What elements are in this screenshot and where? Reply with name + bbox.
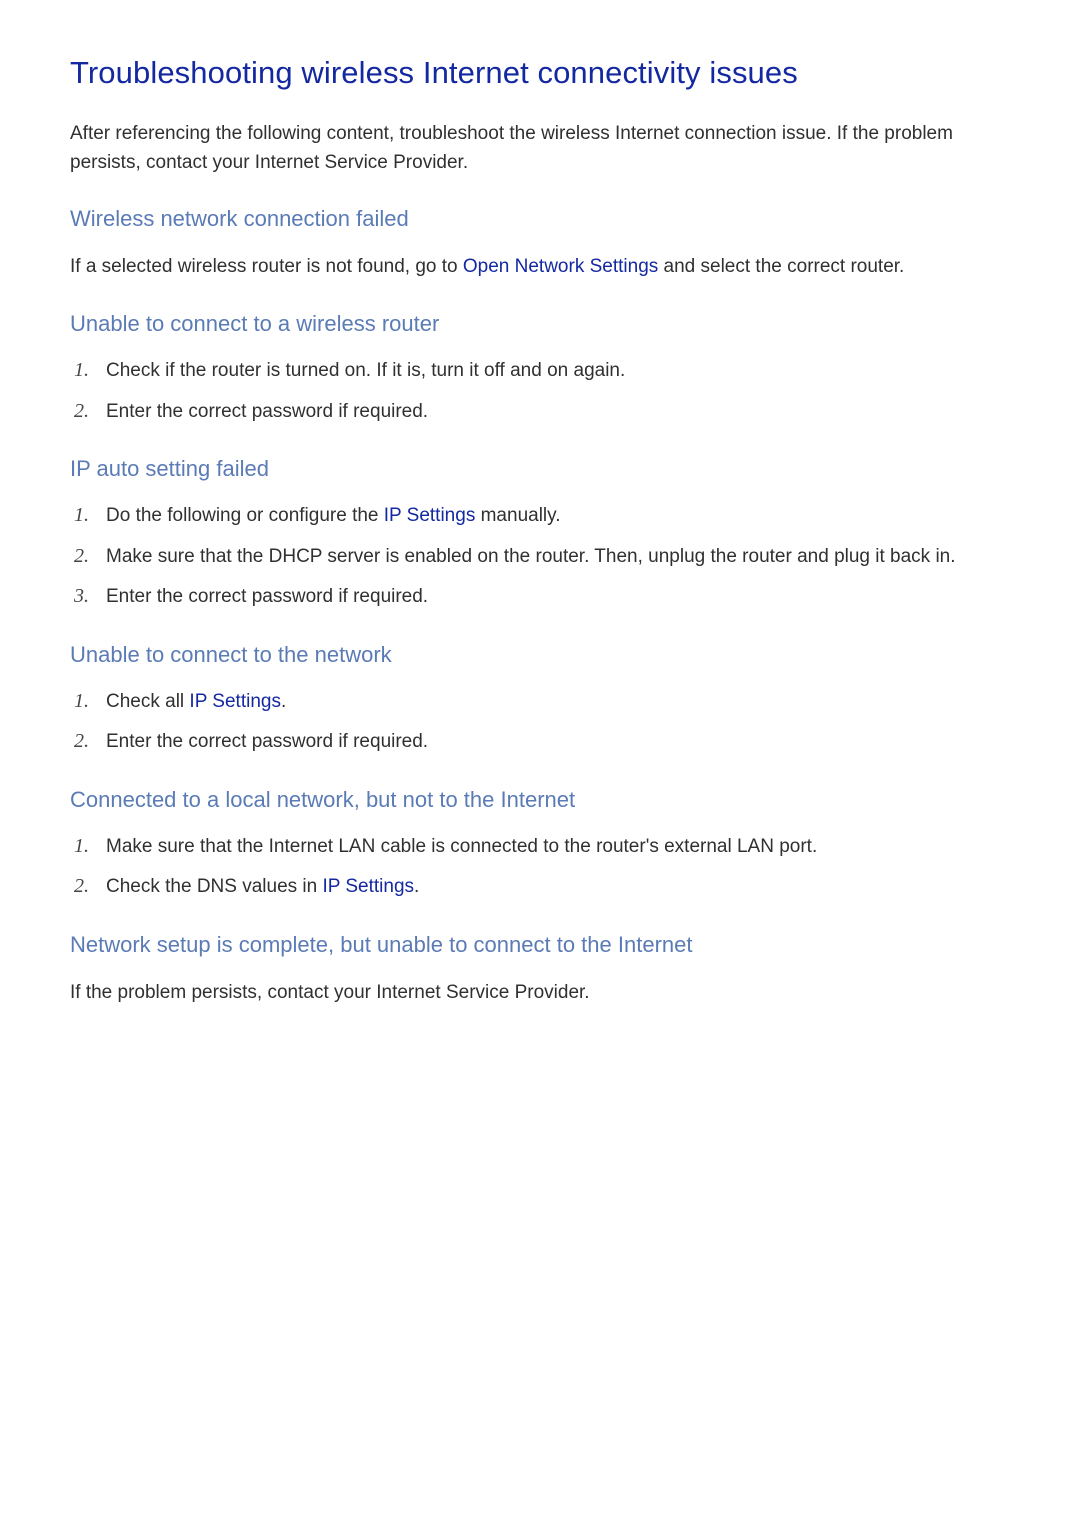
list-marker: 2.	[70, 875, 106, 898]
list-item: 1. Make sure that the Internet LAN cable…	[70, 833, 1010, 862]
list-text: Enter the correct password if required.	[106, 728, 1010, 757]
heading-ip-auto-failed: IP auto setting failed	[70, 456, 1010, 482]
list-text: Enter the correct password if required.	[106, 398, 1010, 427]
list-item: 1. Check all IP Settings.	[70, 688, 1010, 717]
text-run: Check all	[106, 691, 189, 712]
section-ip-auto-failed: IP auto setting failed 1. Do the followi…	[70, 456, 1010, 612]
list-marker: 3.	[70, 585, 106, 608]
text-run: Check the DNS values in	[106, 876, 323, 897]
list-item: 2. Check the DNS values in IP Settings.	[70, 873, 1010, 902]
list-item: 1. Check if the router is turned on. If …	[70, 357, 1010, 386]
list-marker: 2.	[70, 400, 106, 423]
text-run: Do the following or configure the	[106, 505, 384, 526]
list-marker: 2.	[70, 545, 106, 568]
text-run: If a selected wireless router is not fou…	[70, 256, 463, 277]
heading-unable-connect-network: Unable to connect to the network	[70, 642, 1010, 668]
list-ip-auto-failed: 1. Do the following or configure the IP …	[70, 502, 1010, 612]
heading-wireless-connection-failed: Wireless network connection failed	[70, 206, 1010, 232]
list-text: Enter the correct password if required.	[106, 583, 1010, 612]
link-ip-settings[interactable]: IP Settings	[384, 505, 476, 526]
list-text: Do the following or configure the IP Set…	[106, 502, 1010, 531]
heading-unable-connect-router: Unable to connect to a wireless router	[70, 311, 1010, 337]
list-text: Make sure that the DHCP server is enable…	[106, 543, 1010, 572]
heading-setup-complete-no-internet: Network setup is complete, but unable to…	[70, 932, 1010, 958]
link-ip-settings[interactable]: IP Settings	[189, 691, 281, 712]
text-run: .	[414, 876, 419, 897]
section-local-not-internet: Connected to a local network, but not to…	[70, 787, 1010, 902]
list-text: Check the DNS values in IP Settings.	[106, 873, 1010, 902]
list-marker: 1.	[70, 504, 106, 527]
paragraph-contact-isp: If the problem persists, contact your In…	[70, 978, 1010, 1007]
section-unable-connect-router: Unable to connect to a wireless router 1…	[70, 311, 1010, 426]
section-setup-complete-no-internet: Network setup is complete, but unable to…	[70, 932, 1010, 1007]
link-ip-settings[interactable]: IP Settings	[323, 876, 415, 897]
text-run: manually.	[475, 505, 560, 526]
paragraph-open-network-settings: If a selected wireless router is not fou…	[70, 252, 1010, 281]
link-open-network-settings[interactable]: Open Network Settings	[463, 256, 658, 277]
list-item: 1. Do the following or configure the IP …	[70, 502, 1010, 531]
list-text: Make sure that the Internet LAN cable is…	[106, 833, 1010, 862]
list-item: 2. Make sure that the DHCP server is ena…	[70, 543, 1010, 572]
list-text: Check all IP Settings.	[106, 688, 1010, 717]
heading-local-not-internet: Connected to a local network, but not to…	[70, 787, 1010, 813]
list-marker: 1.	[70, 359, 106, 382]
list-marker: 1.	[70, 690, 106, 713]
list-item: 2. Enter the correct password if require…	[70, 398, 1010, 427]
text-run: .	[281, 691, 286, 712]
list-unable-connect-router: 1. Check if the router is turned on. If …	[70, 357, 1010, 426]
list-local-not-internet: 1. Make sure that the Internet LAN cable…	[70, 833, 1010, 902]
list-item: 3. Enter the correct password if require…	[70, 583, 1010, 612]
page-title: Troubleshooting wireless Internet connec…	[70, 55, 1010, 91]
text-run: and select the correct router.	[658, 256, 904, 277]
intro-paragraph: After referencing the following content,…	[70, 119, 1010, 178]
section-unable-connect-network: Unable to connect to the network 1. Chec…	[70, 642, 1010, 757]
list-text: Check if the router is turned on. If it …	[106, 357, 1010, 386]
list-marker: 1.	[70, 835, 106, 858]
list-unable-connect-network: 1. Check all IP Settings. 2. Enter the c…	[70, 688, 1010, 757]
section-wireless-connection-failed: Wireless network connection failed If a …	[70, 206, 1010, 281]
list-item: 2. Enter the correct password if require…	[70, 728, 1010, 757]
list-marker: 2.	[70, 730, 106, 753]
